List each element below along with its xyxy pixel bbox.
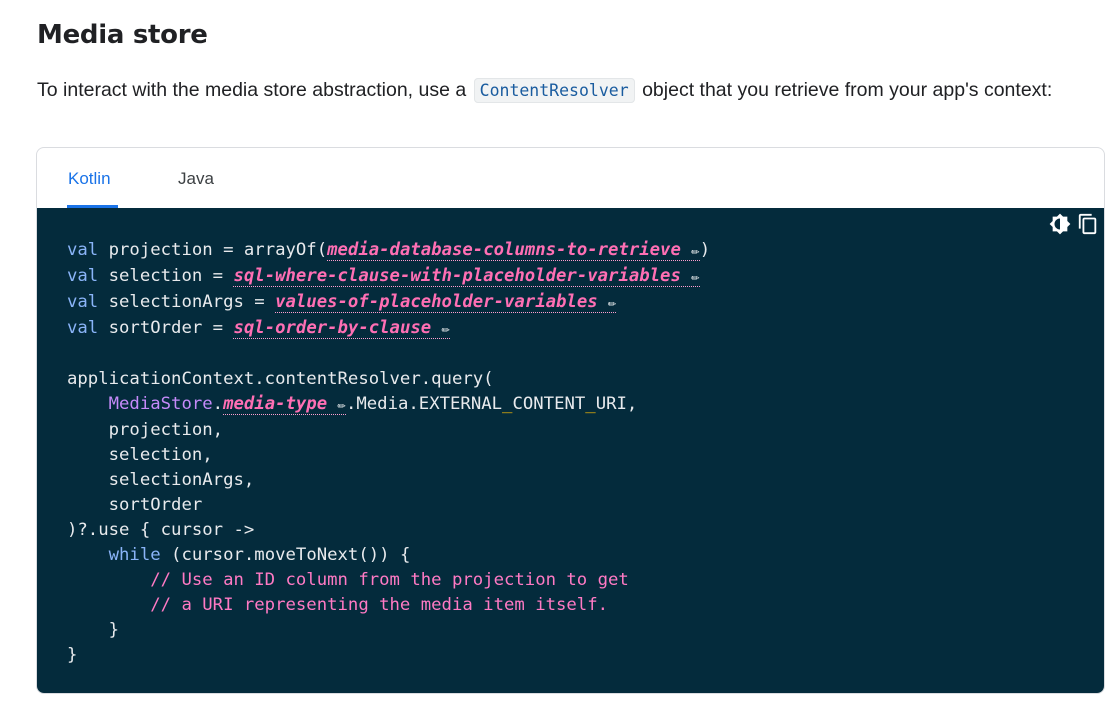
code-toolbar — [1049, 213, 1099, 235]
keyword-while: while — [108, 545, 161, 565]
code-line-arg-selection: selection, — [108, 445, 213, 465]
edit-pencil-icon: ✏ — [691, 243, 700, 259]
placeholder-order-by[interactable]: sql-order-by-clause ✏ — [233, 318, 451, 339]
edit-pencil-icon: ✏ — [608, 295, 617, 311]
tab-java[interactable]: Java — [178, 169, 214, 189]
edit-pencil-icon: ✏ — [441, 321, 451, 337]
code-comment-1: // Use an ID column from the projection … — [150, 570, 629, 590]
placeholder-values[interactable]: values-of-placeholder-variables ✏ — [275, 292, 617, 313]
tab-kotlin[interactable]: Kotlin — [68, 169, 111, 189]
keyword-val: val — [67, 292, 99, 312]
intro-text-after: object that you retrieve from your app's… — [636, 79, 1053, 101]
keyword-val: val — [67, 318, 99, 338]
code-line-1: val projection = arrayOf(media-database-… — [67, 240, 711, 261]
placeholder-columns[interactable]: media-database-columns-to-retrieve ✏ — [327, 240, 700, 261]
code-line-while: while (cursor.moveToNext()) { — [108, 545, 411, 565]
code-sample-card: Kotlin Java val projection = arrayOf(med… — [36, 147, 1105, 694]
copy-icon[interactable] — [1077, 213, 1099, 235]
code-line-query: applicationContext.contentResolver.query… — [67, 369, 494, 389]
edit-pencil-icon: ✏ — [691, 269, 700, 285]
edit-pencil-icon: ✏ — [337, 397, 346, 413]
code-line-close-inner: } — [108, 620, 120, 640]
inline-code-contentresolver: ContentResolver — [473, 78, 635, 103]
code-line-arg-projection: projection, — [108, 420, 224, 440]
code-line-use: )?.use { cursor -> — [67, 520, 255, 540]
code-line-arg-sortorder: sortOrder — [108, 495, 203, 515]
code-line-close-outer: } — [67, 645, 78, 665]
keyword-val: val — [67, 266, 99, 286]
section-heading: Media store — [37, 20, 208, 50]
code-block: val projection = arrayOf(media-database-… — [37, 208, 1104, 693]
placeholder-media-type[interactable]: media-type ✏ — [223, 394, 346, 415]
brightness-icon[interactable] — [1049, 213, 1071, 235]
code-line-4: val sortOrder = sql-order-by-clause ✏ — [67, 318, 451, 339]
language-tabs: Kotlin Java — [37, 148, 1104, 208]
code-line-3: val selectionArgs = values-of-placeholde… — [67, 292, 617, 313]
kotlin-code: val projection = arrayOf(media-database-… — [67, 238, 710, 668]
keyword-val: val — [67, 240, 99, 260]
intro-text-before: To interact with the media store abstrac… — [37, 79, 472, 101]
intro-paragraph: To interact with the media store abstrac… — [37, 78, 1053, 103]
code-line-mediastore: MediaStore.media-type ✏.Media.EXTERNAL_C… — [108, 394, 638, 415]
code-line-arg-selectionargs: selectionArgs, — [108, 470, 255, 490]
code-comment-2: // a URI representing the media item its… — [150, 595, 609, 615]
code-line-2: val selection = sql-where-clause-with-pl… — [67, 266, 700, 287]
placeholder-where-clause[interactable]: sql-where-clause-with-placeholder-variab… — [233, 266, 700, 287]
